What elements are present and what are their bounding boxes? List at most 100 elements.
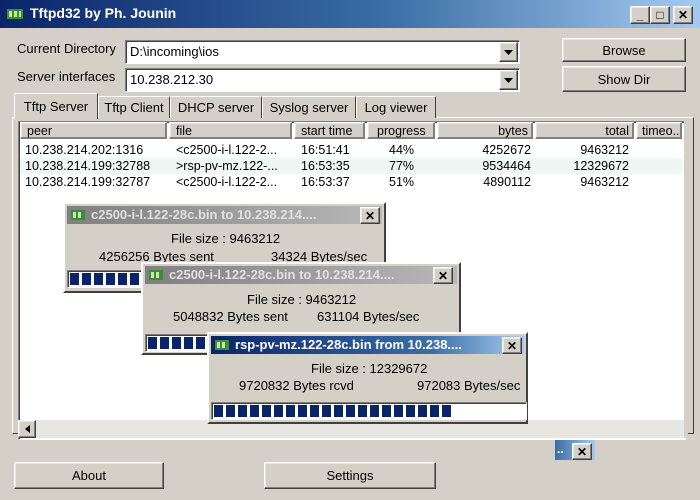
header-label: total xyxy=(605,123,629,138)
progress-block xyxy=(94,273,103,285)
vertical-scrollbar[interactable] xyxy=(684,121,688,438)
close-icon[interactable]: ✕ xyxy=(572,443,592,460)
total-cell: 9463212 xyxy=(580,175,629,189)
progress-block xyxy=(358,405,367,417)
bytes-text: 9720832 Bytes rcvd xyxy=(239,378,354,393)
file-cell: <c2500-i-l.122-2... xyxy=(176,143,278,157)
progress-fill xyxy=(214,405,451,417)
close-button[interactable]: ✕ xyxy=(673,6,693,24)
tab-tftp-server[interactable]: Tftp Server xyxy=(14,93,98,119)
progress-block xyxy=(160,337,169,349)
about-button[interactable]: About xyxy=(14,462,164,489)
close-icon: ✕ xyxy=(677,8,689,22)
bytes-cell: 9534464 xyxy=(482,159,531,173)
tftp-app-icon xyxy=(149,270,163,280)
table-row[interactable]: 10.238.214.199:32788 >rsp-pv-mz.122-... … xyxy=(20,158,682,174)
start-time-cell: 16:53:37 xyxy=(301,175,350,189)
column-header-peer[interactable]: peer xyxy=(20,122,167,139)
peer-cell: 10.238.214.202:1316 xyxy=(25,143,144,157)
popup-title: c2500-i-l.122-28c.bin to 10.238.214.... xyxy=(91,207,317,222)
bytes-text: 5048832 Bytes sent xyxy=(173,309,288,324)
file-cell: >rsp-pv-mz.122-... xyxy=(176,159,278,173)
progress-block xyxy=(418,405,427,417)
progress-block xyxy=(226,405,235,417)
minimize-button[interactable]: _ xyxy=(630,6,650,24)
start-time-cell: 16:51:41 xyxy=(301,143,350,157)
tab-syslog-server[interactable]: Syslog server xyxy=(262,96,356,118)
popup-title-bar[interactable]: c2500-i-l.122-28c.bin to 10.238.214.... … xyxy=(145,266,457,284)
tab-log-viewer[interactable]: Log viewer xyxy=(356,96,436,118)
settings-label: Settings xyxy=(326,468,374,483)
progress-block xyxy=(130,273,139,285)
peer-cell: 10.238.214.199:32787 xyxy=(25,175,151,189)
progress-block xyxy=(196,337,205,349)
progress-block xyxy=(310,405,319,417)
column-header-bytes[interactable]: bytes xyxy=(437,122,533,139)
header-label: peer xyxy=(27,123,53,138)
column-header-timeout[interactable]: timeo.. xyxy=(636,122,682,139)
chevron-down-icon[interactable] xyxy=(499,70,518,90)
file-size-text: File size : 12329672 xyxy=(311,361,428,376)
total-cell: 12329672 xyxy=(573,159,629,173)
popup-title-bar[interactable]: rsp-pv-mz.122-28c.bin from 10.238.... ✕ xyxy=(211,336,524,354)
tftp-app-icon xyxy=(215,340,229,350)
progress-block xyxy=(238,405,247,417)
progress-block xyxy=(262,405,271,417)
browse-button[interactable]: Browse xyxy=(562,38,686,62)
tab-dhcp-server[interactable]: DHCP server xyxy=(170,96,262,118)
server-interfaces-label: Server interfaces xyxy=(17,69,116,84)
header-label: start time xyxy=(301,123,353,138)
column-header-file[interactable]: file xyxy=(169,122,292,139)
tab-label: Log viewer xyxy=(364,100,428,115)
tab-label: Tftp Server xyxy=(23,99,89,114)
tftp-app-icon xyxy=(71,210,85,220)
chevron-left-icon xyxy=(24,425,30,433)
maximize-icon: □ xyxy=(656,8,664,22)
table-row[interactable]: 10.238.214.202:1316 <c2500-i-l.122-2... … xyxy=(20,142,682,158)
bytes-cell: 4252672 xyxy=(482,143,531,157)
column-header-progress[interactable]: progress xyxy=(367,122,435,139)
settings-button[interactable]: Settings xyxy=(264,462,436,489)
show-dir-button[interactable]: Show Dir xyxy=(562,66,686,92)
browse-label: Browse xyxy=(602,42,646,58)
progress-block xyxy=(322,405,331,417)
progress-block xyxy=(370,405,379,417)
progress-block xyxy=(70,273,79,285)
close-icon[interactable]: ✕ xyxy=(433,267,453,284)
progress-block xyxy=(106,273,115,285)
popup-title: rsp-pv-mz.122-28c.bin from 10.238.... xyxy=(235,337,462,352)
popup-title-bar[interactable]: c2500-i-l.122-28c.bin to 10.238.214.... … xyxy=(67,206,382,224)
tab-label: DHCP server xyxy=(177,100,255,115)
close-glyph: ✕ xyxy=(576,444,588,459)
progress-block xyxy=(430,405,439,417)
current-directory-combo[interactable]: D:\incoming\ios xyxy=(125,40,520,64)
progress-block xyxy=(82,273,91,285)
tab-label: Tftp Client xyxy=(104,100,164,115)
progress-block xyxy=(406,405,415,417)
file-size-text: File size : 9463212 xyxy=(171,231,281,246)
minimized-popup-title: .. xyxy=(557,442,564,456)
server-interfaces-combo[interactable]: 10.238.212.30 xyxy=(125,68,520,92)
tab-label: Syslog server xyxy=(269,100,349,115)
title-bar[interactable]: Tftpd32 by Ph. Jounin _ □ ✕ xyxy=(0,0,700,28)
progress-block xyxy=(334,405,343,417)
chevron-down-icon[interactable] xyxy=(499,42,518,62)
progress-block xyxy=(184,337,193,349)
column-header-total[interactable]: total xyxy=(535,122,634,139)
tab-tftp-client[interactable]: Tftp Client xyxy=(98,96,170,118)
about-label: About xyxy=(72,468,106,483)
progress-block xyxy=(148,337,157,349)
scroll-left-button[interactable] xyxy=(18,420,36,438)
close-icon[interactable]: ✕ xyxy=(502,337,522,354)
peer-cell: 10.238.214.199:32788 xyxy=(25,159,151,173)
close-icon[interactable]: ✕ xyxy=(360,207,380,224)
column-header-start-time[interactable]: start time xyxy=(294,122,365,139)
progress-cell: 44% xyxy=(389,143,415,157)
progress-cell: 51% xyxy=(389,175,415,189)
transfer-popup[interactable]: rsp-pv-mz.122-28c.bin from 10.238.... ✕ … xyxy=(207,332,528,424)
table-row[interactable]: 10.238.214.199:32787 <c2500-i-l.122-2...… xyxy=(20,174,682,190)
progress-block xyxy=(118,273,127,285)
maximize-button[interactable]: □ xyxy=(650,6,670,24)
rate-text: 972083 Bytes/sec xyxy=(417,378,521,393)
progress-block xyxy=(274,405,283,417)
